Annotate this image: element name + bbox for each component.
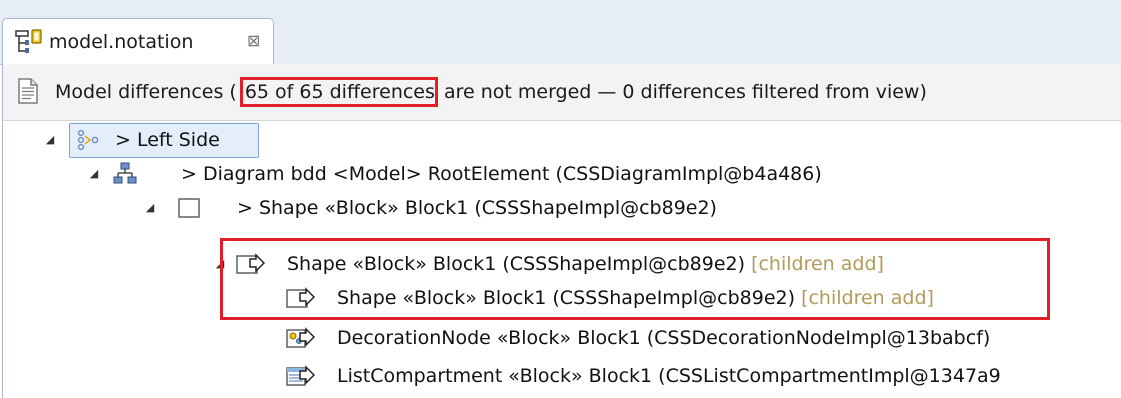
tree-row-shape-children-add[interactable]: ◢ Shape «Block» Block1 (CSSShapeImpl@cb8… bbox=[3, 247, 1113, 281]
tree-row-list-compartment[interactable]: ListCompartment «Block» Block1 (CSSListC… bbox=[3, 359, 1113, 393]
expand-toggle-icon[interactable]: ◢ bbox=[87, 157, 101, 191]
diagram-hierarchy-icon bbox=[113, 162, 137, 184]
tree-row-diagram[interactable]: ◢ > Diagram bdd <Model> RootElement (CSS… bbox=[3, 157, 1113, 191]
notation-diagram-icon bbox=[15, 29, 42, 53]
tree-row-shape-parent[interactable]: ◢ > Shape «Block» Block1 (CSSShapeImpl@c… bbox=[3, 191, 1113, 225]
tab-model-notation[interactable]: model.notation ⊠ bbox=[2, 18, 274, 64]
expand-toggle-icon[interactable]: ◢ bbox=[143, 191, 157, 225]
node-label-text: Shape «Block» Block1 (CSSShapeImpl@cb89e… bbox=[287, 253, 752, 275]
differences-count-highlight: 65 of 65 differences bbox=[239, 77, 438, 107]
node-label: DecorationNode «Block» Block1 (CSSDecora… bbox=[337, 327, 991, 349]
node-label: Shape «Block» Block1 (CSSShapeImpl@cb89e… bbox=[287, 251, 884, 277]
editor-tab-bar: model.notation ⊠ bbox=[0, 0, 1121, 65]
tree-row-left-side[interactable]: ◢ > Left Side bbox=[3, 123, 1113, 158]
differences-tree: ◢ > Left Side ◢ > Diagram bdd <Model> Ro… bbox=[3, 121, 1121, 398]
close-icon[interactable]: ⊠ bbox=[247, 30, 260, 52]
expand-toggle-icon[interactable]: ◢ bbox=[213, 247, 227, 281]
expand-toggle-icon[interactable]: ◢ bbox=[43, 123, 57, 157]
tree-row-decoration-node[interactable]: DecorationNode «Block» Block1 (CSSDecora… bbox=[3, 321, 1113, 355]
compare-editor: model.notation ⊠ Model differences (65 o… bbox=[0, 0, 1121, 398]
node-label-text: Shape «Block» Block1 (CSSShapeImpl@cb89e… bbox=[337, 287, 802, 309]
summary-prefix: Model differences ( bbox=[55, 81, 237, 103]
shape-icon bbox=[178, 198, 200, 218]
change-decoration: [children add] bbox=[751, 253, 884, 275]
model-differences-summary: Model differences (65 of 65 differences … bbox=[55, 77, 927, 107]
document-icon bbox=[18, 78, 38, 104]
summary-suffix: are not merged — 0 differences filtered … bbox=[437, 81, 927, 103]
node-label: ListCompartment «Block» Block1 (CSSListC… bbox=[337, 365, 1001, 387]
comparison-side-icon bbox=[77, 129, 99, 151]
tab-title: model.notation bbox=[49, 31, 194, 53]
shape-add-icon bbox=[286, 287, 315, 308]
node-label: > Left Side bbox=[115, 129, 220, 151]
list-compartment-add-icon bbox=[286, 365, 315, 386]
node-label: Shape «Block» Block1 (CSSShapeImpl@cb89e… bbox=[337, 285, 934, 311]
decoration-node-add-icon bbox=[286, 327, 315, 348]
shape-add-icon bbox=[236, 253, 265, 274]
node-label: > Shape «Block» Block1 (CSSShapeImpl@cb8… bbox=[237, 197, 717, 219]
tree-row-shape-child[interactable]: Shape «Block» Block1 (CSSShapeImpl@cb89e… bbox=[3, 281, 1113, 315]
node-label: > Diagram bdd <Model> RootElement (CSSDi… bbox=[181, 163, 822, 185]
change-decoration: [children add] bbox=[801, 287, 934, 309]
model-differences-info-bar: Model differences (65 of 65 differences … bbox=[3, 64, 1121, 121]
